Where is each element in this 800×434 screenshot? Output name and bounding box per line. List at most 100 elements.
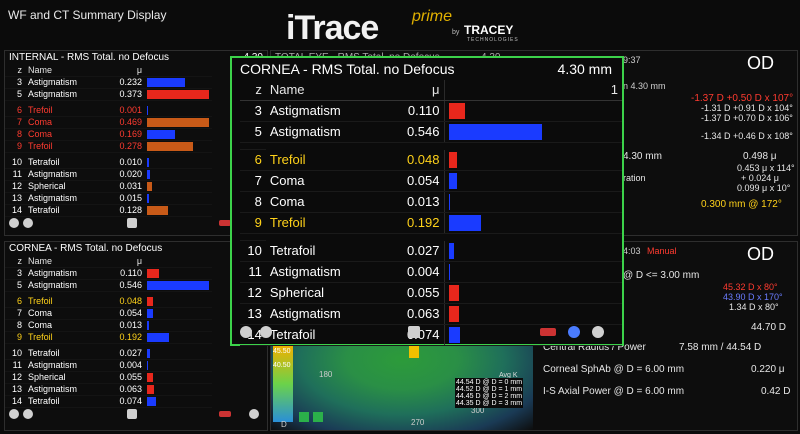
z-cell: 6: [240, 149, 266, 171]
exam-time: 9:37: [623, 55, 641, 65]
z-cell: 7: [240, 170, 266, 192]
zoom-in-icon[interactable]: [260, 326, 272, 338]
logo-by: by: [452, 29, 460, 36]
logo-tracey: TRACEY: [464, 23, 514, 37]
magnitude-bar: [448, 103, 466, 119]
table-row: 12 Spherical 0.055: [5, 371, 212, 384]
z-cell: 14: [5, 204, 25, 217]
table-row: 3 Astigmatism 0.110: [240, 100, 622, 122]
refraction-1: -1.31 D +0.91 D x 104°: [701, 103, 793, 113]
name-cell: Spherical: [25, 371, 105, 384]
magnitude-bar: [448, 124, 542, 140]
magnitude-bar: [448, 242, 454, 259]
settings-icon[interactable]: [592, 326, 604, 338]
internal-panel-header: INTERNAL - RMS Total. no Defocus 4.30: [5, 51, 267, 65]
magnitude-bar: [448, 194, 451, 210]
z-cell: 8: [5, 128, 25, 141]
value-cell: 0.192: [105, 331, 145, 344]
col-name: Name: [265, 80, 383, 101]
settings-icon[interactable]: [249, 409, 259, 419]
name-cell: Trefoil: [25, 331, 105, 344]
table-row: 6 Trefoil 0.048: [240, 149, 622, 171]
glasses-icon[interactable]: [219, 411, 231, 417]
axial-map[interactable]: 45.50 40.50 180 270 330 300 Avg K D 44.5…: [271, 342, 533, 430]
name-cell: Astigmatism: [25, 88, 105, 101]
name-cell: Astigmatism: [265, 121, 383, 143]
value-cell: 0.010: [105, 157, 145, 169]
zoom-out-icon[interactable]: [9, 218, 19, 228]
logo-technologies: TECHNOLOGIES: [467, 37, 519, 43]
k3-value: 1.34 D x 80°: [729, 302, 779, 312]
name-cell: Coma: [25, 307, 105, 320]
magnitude-bar: [147, 194, 150, 203]
z-cell: 10: [5, 348, 25, 360]
table-row: 7 Coma 0.054: [240, 170, 622, 192]
glasses-icon[interactable]: [540, 328, 556, 336]
cornea-rows: 3 Astigmatism 0.110 5 Astigmatism 0.546 6 Trefo…: [5, 267, 212, 408]
axis-270: 270: [411, 418, 425, 427]
magnitude-bar: [147, 182, 152, 191]
rms-value: 0.498 μ: [743, 151, 777, 162]
name-cell: Trefoil: [25, 296, 105, 308]
magnitude-bar: [147, 349, 151, 358]
col-name: Name: [25, 65, 105, 77]
expand-icon[interactable]: [127, 409, 137, 419]
z-cell: 11: [5, 359, 25, 372]
z-cell: 11: [240, 261, 266, 283]
z-cell: 13: [5, 192, 25, 205]
col-mu: μ: [105, 256, 145, 268]
table-row: 12 Spherical 0.055: [240, 282, 622, 304]
table-row: 13 Astigmatism 0.015: [5, 192, 212, 205]
value-cell: 0.004: [105, 359, 145, 372]
magnitude-bar: [147, 309, 154, 318]
magnitude-bar: [448, 285, 459, 301]
aberration-1: 0.453 μ x 114°: [737, 163, 795, 173]
up-arrow-icon[interactable]: [313, 412, 323, 422]
col-mu: μ: [382, 80, 444, 101]
value-cell: 0.027: [105, 348, 145, 360]
crosshair-icon[interactable]: [568, 326, 580, 338]
value-cell: 0.373: [105, 88, 145, 101]
magnitude-bar: [147, 170, 151, 179]
table-row: 7 Coma 0.054: [5, 307, 212, 320]
zoom-out-icon[interactable]: [240, 326, 252, 338]
value-cell: 0.063: [105, 383, 145, 396]
logo-itrace: iTrace: [286, 9, 379, 47]
cornea-popup[interactable]: CORNEA - RMS Total. no Defocus 4.30 mm z…: [230, 56, 624, 346]
magnitude-bar: [448, 151, 457, 168]
z-cell: 11: [5, 168, 25, 181]
is-value: 0.42 D: [761, 386, 791, 397]
zoom-out-icon[interactable]: [9, 409, 19, 419]
table-row: 11 Astigmatism 0.004: [5, 359, 212, 372]
name-cell: Tetrafoil: [265, 240, 383, 262]
z-cell: 13: [5, 383, 25, 396]
magnitude-bar: [147, 321, 149, 330]
name-cell: Trefoil: [25, 140, 105, 153]
down-arrow-icon[interactable]: [299, 412, 309, 422]
popup-rows: 3 Astigmatism 0.110 5 Astigmatism 0.546 6 Trefo…: [240, 100, 622, 346]
zoom-in-icon[interactable]: [23, 409, 33, 419]
color-scale-bar: [273, 346, 293, 422]
magnitude-bar: [147, 397, 156, 406]
zone-0: 44.54 D @ D = 0 mm: [456, 379, 523, 386]
k2-value: 43.90 D x 170°: [723, 292, 783, 302]
zoom-in-icon[interactable]: [23, 218, 33, 228]
magnitude-bar: [147, 373, 154, 382]
expand-icon[interactable]: [408, 326, 420, 338]
central-value: 7.58 mm / 44.54 D: [679, 342, 762, 353]
internal-panel[interactable]: INTERNAL - RMS Total. no Defocus 4.30 z …: [4, 50, 268, 236]
magnitude-bar: [147, 269, 160, 278]
sphab-value: 0.220 μ: [751, 364, 785, 375]
magnitude-bar: [147, 158, 149, 167]
table-row: 11 Astigmatism 0.004: [240, 261, 622, 283]
value-cell: 0.020: [105, 168, 145, 181]
table-header: z Name μ: [5, 256, 212, 268]
z-cell: 3: [5, 76, 25, 89]
table-row: 3 Astigmatism 0.110: [5, 267, 212, 280]
popup-title: CORNEA - RMS Total. no Defocus: [240, 61, 455, 77]
expand-icon[interactable]: [127, 218, 137, 228]
z-cell: 3: [240, 100, 266, 122]
cornea-panel[interactable]: CORNEA - RMS Total. no Defocus z Name μ …: [4, 241, 268, 431]
z-cell: 5: [240, 121, 266, 143]
magnitude-bar: [147, 361, 148, 370]
